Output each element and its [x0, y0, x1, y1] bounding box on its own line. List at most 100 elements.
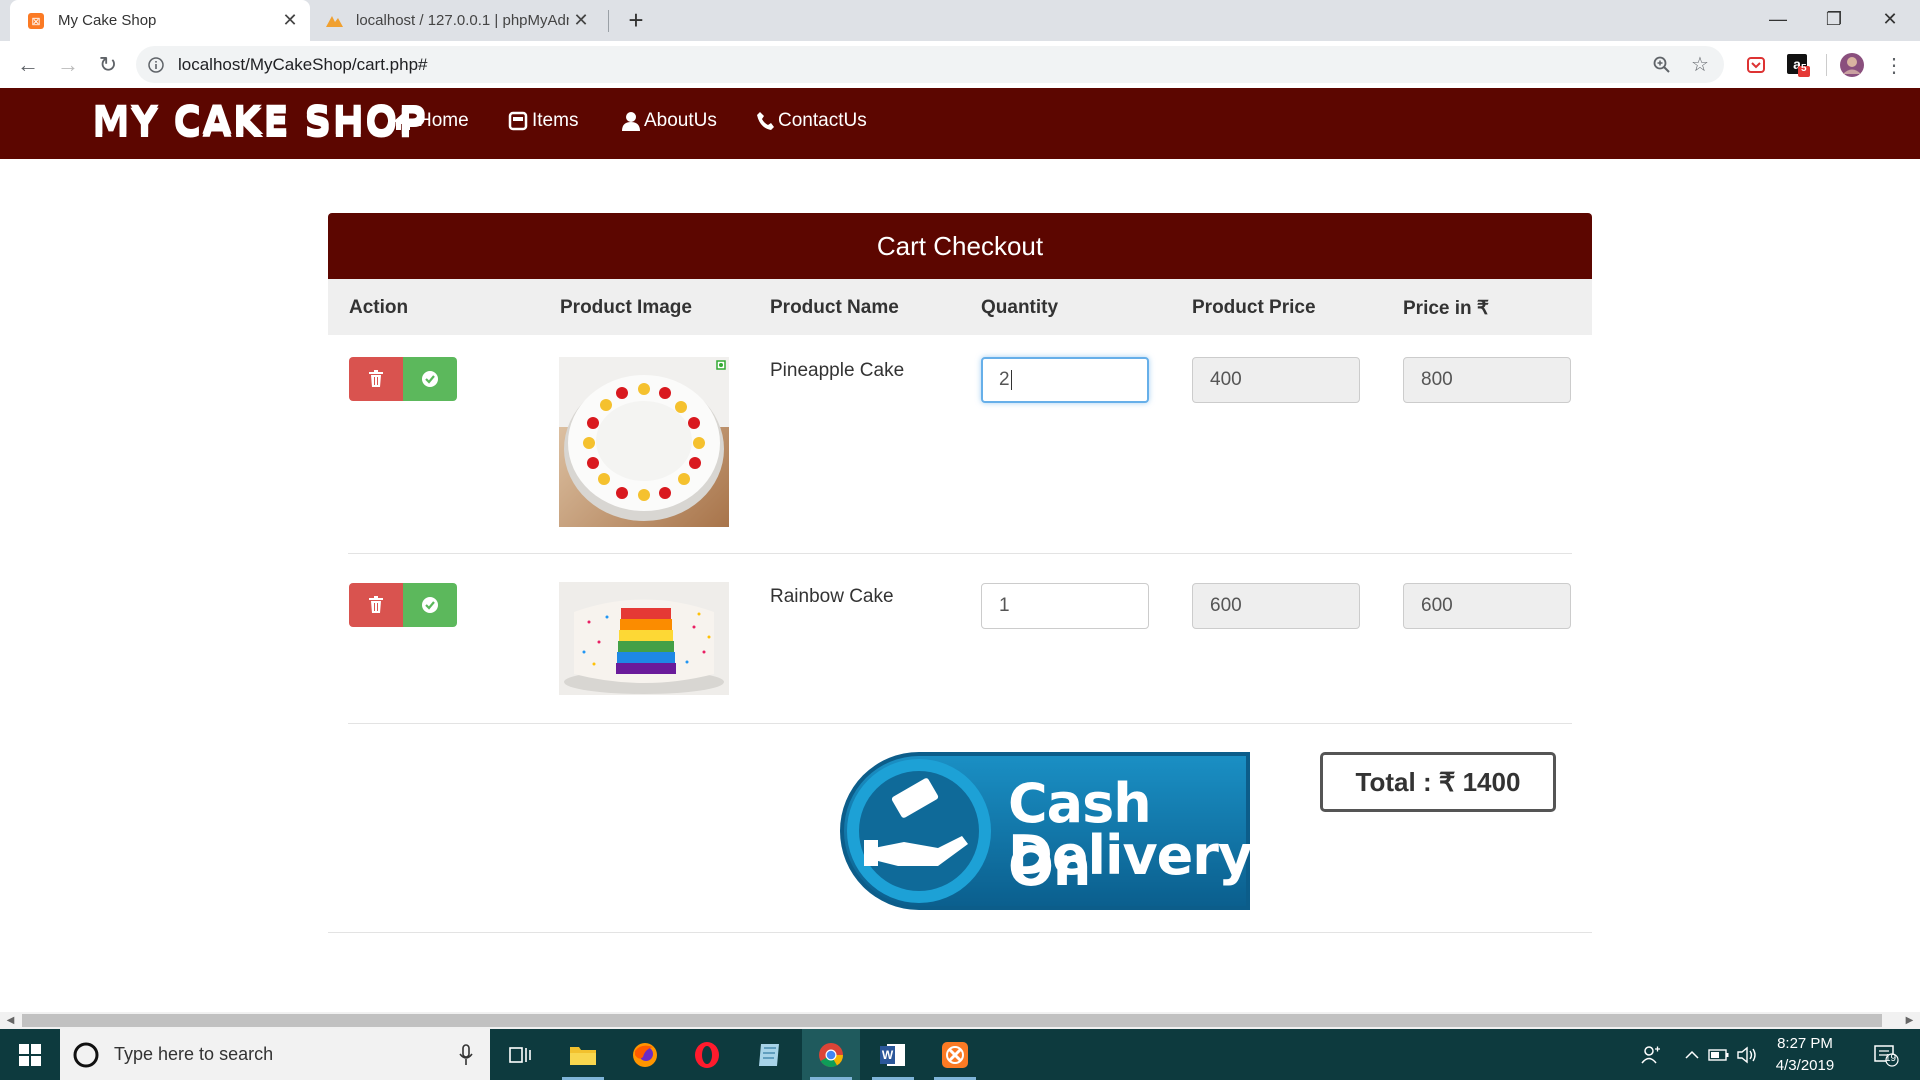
extension-badge: 5	[1801, 63, 1807, 74]
profile-avatar[interactable]	[1836, 49, 1868, 81]
people-icon[interactable]	[1636, 1029, 1666, 1080]
row-divider	[348, 723, 1572, 724]
zoom-icon[interactable]	[1648, 51, 1676, 79]
url-text: localhost/MyCakeShop/cart.php#	[178, 54, 428, 74]
tab-title: My Cake Shop	[58, 12, 157, 29]
notification-count: 19	[1885, 1053, 1897, 1064]
clock-time: 8:27 PM	[1777, 1035, 1833, 1052]
browser-tab-strip: ⊠ My Cake Shop ✕ localhost / 127.0.0.1 |…	[0, 0, 1920, 41]
tab-my-cake-shop[interactable]: ⊠ My Cake Shop ✕	[10, 0, 310, 41]
nav-label: ContactUs	[778, 110, 867, 131]
delete-button[interactable]	[349, 357, 403, 401]
column-header: Price in ₹	[1403, 298, 1490, 319]
scrollbar-thumb[interactable]	[22, 1014, 1882, 1027]
nav-label: Items	[532, 110, 579, 131]
phone-icon	[757, 112, 774, 130]
firefox-icon[interactable]	[616, 1029, 674, 1080]
scroll-right-icon[interactable]: ▶	[1901, 1012, 1918, 1029]
cart-title: Cart Checkout	[328, 213, 1592, 279]
confirm-button[interactable]	[403, 583, 457, 627]
xampp-icon[interactable]	[926, 1029, 984, 1080]
line-total-field: 800	[1403, 357, 1571, 403]
user-icon	[622, 112, 640, 131]
task-view-icon[interactable]	[491, 1029, 549, 1080]
tab-phpmyadmin[interactable]: localhost / 127.0.0.1 | phpMyAdm ✕	[316, 0, 601, 41]
rainbow-cake-image	[559, 582, 729, 695]
nav-aboutus[interactable]: AboutUs	[622, 110, 717, 132]
tab-close-icon[interactable]: ✕	[278, 10, 302, 31]
windows-taskbar: Type here to search W 8:27 PM 4/3/2019 1…	[0, 1029, 1920, 1080]
text-cursor	[1010, 369, 1012, 390]
back-arrow-icon[interactable]: ←	[12, 49, 44, 81]
tab-close-icon[interactable]: ✕	[569, 10, 593, 31]
minimize-icon[interactable]: —	[1750, 0, 1806, 38]
quantity-input[interactable]: 2	[981, 357, 1149, 403]
menu-kebab-icon[interactable]: ⋮	[1878, 49, 1910, 81]
brand-logo[interactable]: MY CAKE SHOP	[92, 98, 427, 144]
new-tab-button[interactable]: +	[620, 4, 652, 36]
product-price-field: 600	[1192, 583, 1360, 629]
action-center-icon[interactable]: 19	[1866, 1029, 1906, 1080]
pineapple-cake-image	[559, 357, 729, 527]
opera-icon[interactable]	[678, 1029, 736, 1080]
column-header: Product Price	[1192, 297, 1316, 318]
taskbar-clock[interactable]: 8:27 PM 4/3/2019	[1760, 1033, 1850, 1077]
nav-label: AboutUs	[644, 110, 717, 131]
close-window-icon[interactable]: ✕	[1862, 0, 1918, 38]
cart-table-header: Action Product Image Product Name Quanti…	[328, 279, 1592, 335]
column-header: Product Image	[560, 297, 692, 318]
address-bar[interactable]: localhost/MyCakeShop/cart.php# ☆	[136, 46, 1724, 83]
confirm-button[interactable]	[403, 357, 457, 401]
notepad-app-icon[interactable]	[740, 1029, 798, 1080]
horizontal-scrollbar[interactable]: ◀ ▶	[0, 1012, 1920, 1029]
windows-logo-icon	[19, 1043, 41, 1066]
cortana-circle-icon	[73, 1042, 99, 1067]
column-header: Product Name	[770, 297, 899, 318]
scroll-left-icon[interactable]: ◀	[2, 1012, 19, 1029]
cash-on-delivery-button[interactable]: Cash On Delivery	[840, 752, 1253, 910]
delete-button[interactable]	[349, 583, 403, 627]
chrome-icon[interactable]	[802, 1029, 860, 1080]
amazon-extension-icon[interactable]: a 5	[1782, 49, 1814, 81]
home-icon	[393, 113, 413, 130]
word-icon[interactable]: W	[864, 1029, 922, 1080]
battery-icon[interactable]	[1706, 1029, 1732, 1080]
items-icon	[508, 111, 528, 131]
tab-title: localhost / 127.0.0.1 | phpMyAdm	[356, 12, 569, 29]
restore-icon[interactable]: ❐	[1806, 0, 1862, 38]
check-circle-icon	[422, 597, 438, 613]
column-header: Action	[349, 297, 409, 318]
chevron-up-icon[interactable]	[1680, 1029, 1704, 1080]
search-placeholder: Type here to search	[114, 1044, 274, 1064]
bookmark-star-icon[interactable]: ☆	[1686, 51, 1714, 79]
cart-total: Total : ₹ 1400	[1320, 752, 1556, 812]
xampp-favicon-icon: ⊠	[26, 11, 46, 31]
row-divider	[348, 553, 1572, 554]
table-bottom-divider	[328, 932, 1592, 933]
nav-items[interactable]: Items	[508, 110, 578, 132]
check-circle-icon	[422, 371, 438, 387]
product-name: Rainbow Cake	[770, 586, 894, 607]
microphone-icon[interactable]	[458, 1043, 474, 1066]
column-header: Quantity	[981, 297, 1059, 318]
pocket-extension-icon[interactable]	[1740, 49, 1772, 81]
browser-toolbar: ← → ↻ localhost/MyCakeShop/cart.php# ☆ a…	[0, 41, 1920, 89]
line-total-field: 600	[1403, 583, 1571, 629]
trash-icon	[369, 596, 383, 613]
toolbar-divider	[1826, 54, 1827, 76]
phpmyadmin-favicon-icon	[324, 11, 344, 31]
svg-text:⊠: ⊠	[31, 16, 40, 28]
product-price-field: 400	[1192, 357, 1360, 403]
site-info-icon[interactable]	[146, 55, 166, 75]
site-navbar: MY CAKE SHOP Home Items AboutUs ContactU…	[0, 88, 1920, 159]
taskbar-search-box[interactable]: Type here to search	[60, 1029, 490, 1080]
file-explorer-icon[interactable]	[554, 1029, 612, 1080]
volume-icon[interactable]	[1734, 1029, 1760, 1080]
forward-arrow-icon[interactable]: →	[52, 49, 84, 81]
quantity-input[interactable]: 1	[981, 583, 1149, 629]
tab-divider	[608, 10, 609, 32]
reload-icon[interactable]: ↻	[92, 49, 124, 81]
nav-home[interactable]: Home	[392, 110, 469, 132]
nav-contactus[interactable]: ContactUs	[756, 110, 867, 132]
start-button[interactable]	[0, 1029, 60, 1080]
